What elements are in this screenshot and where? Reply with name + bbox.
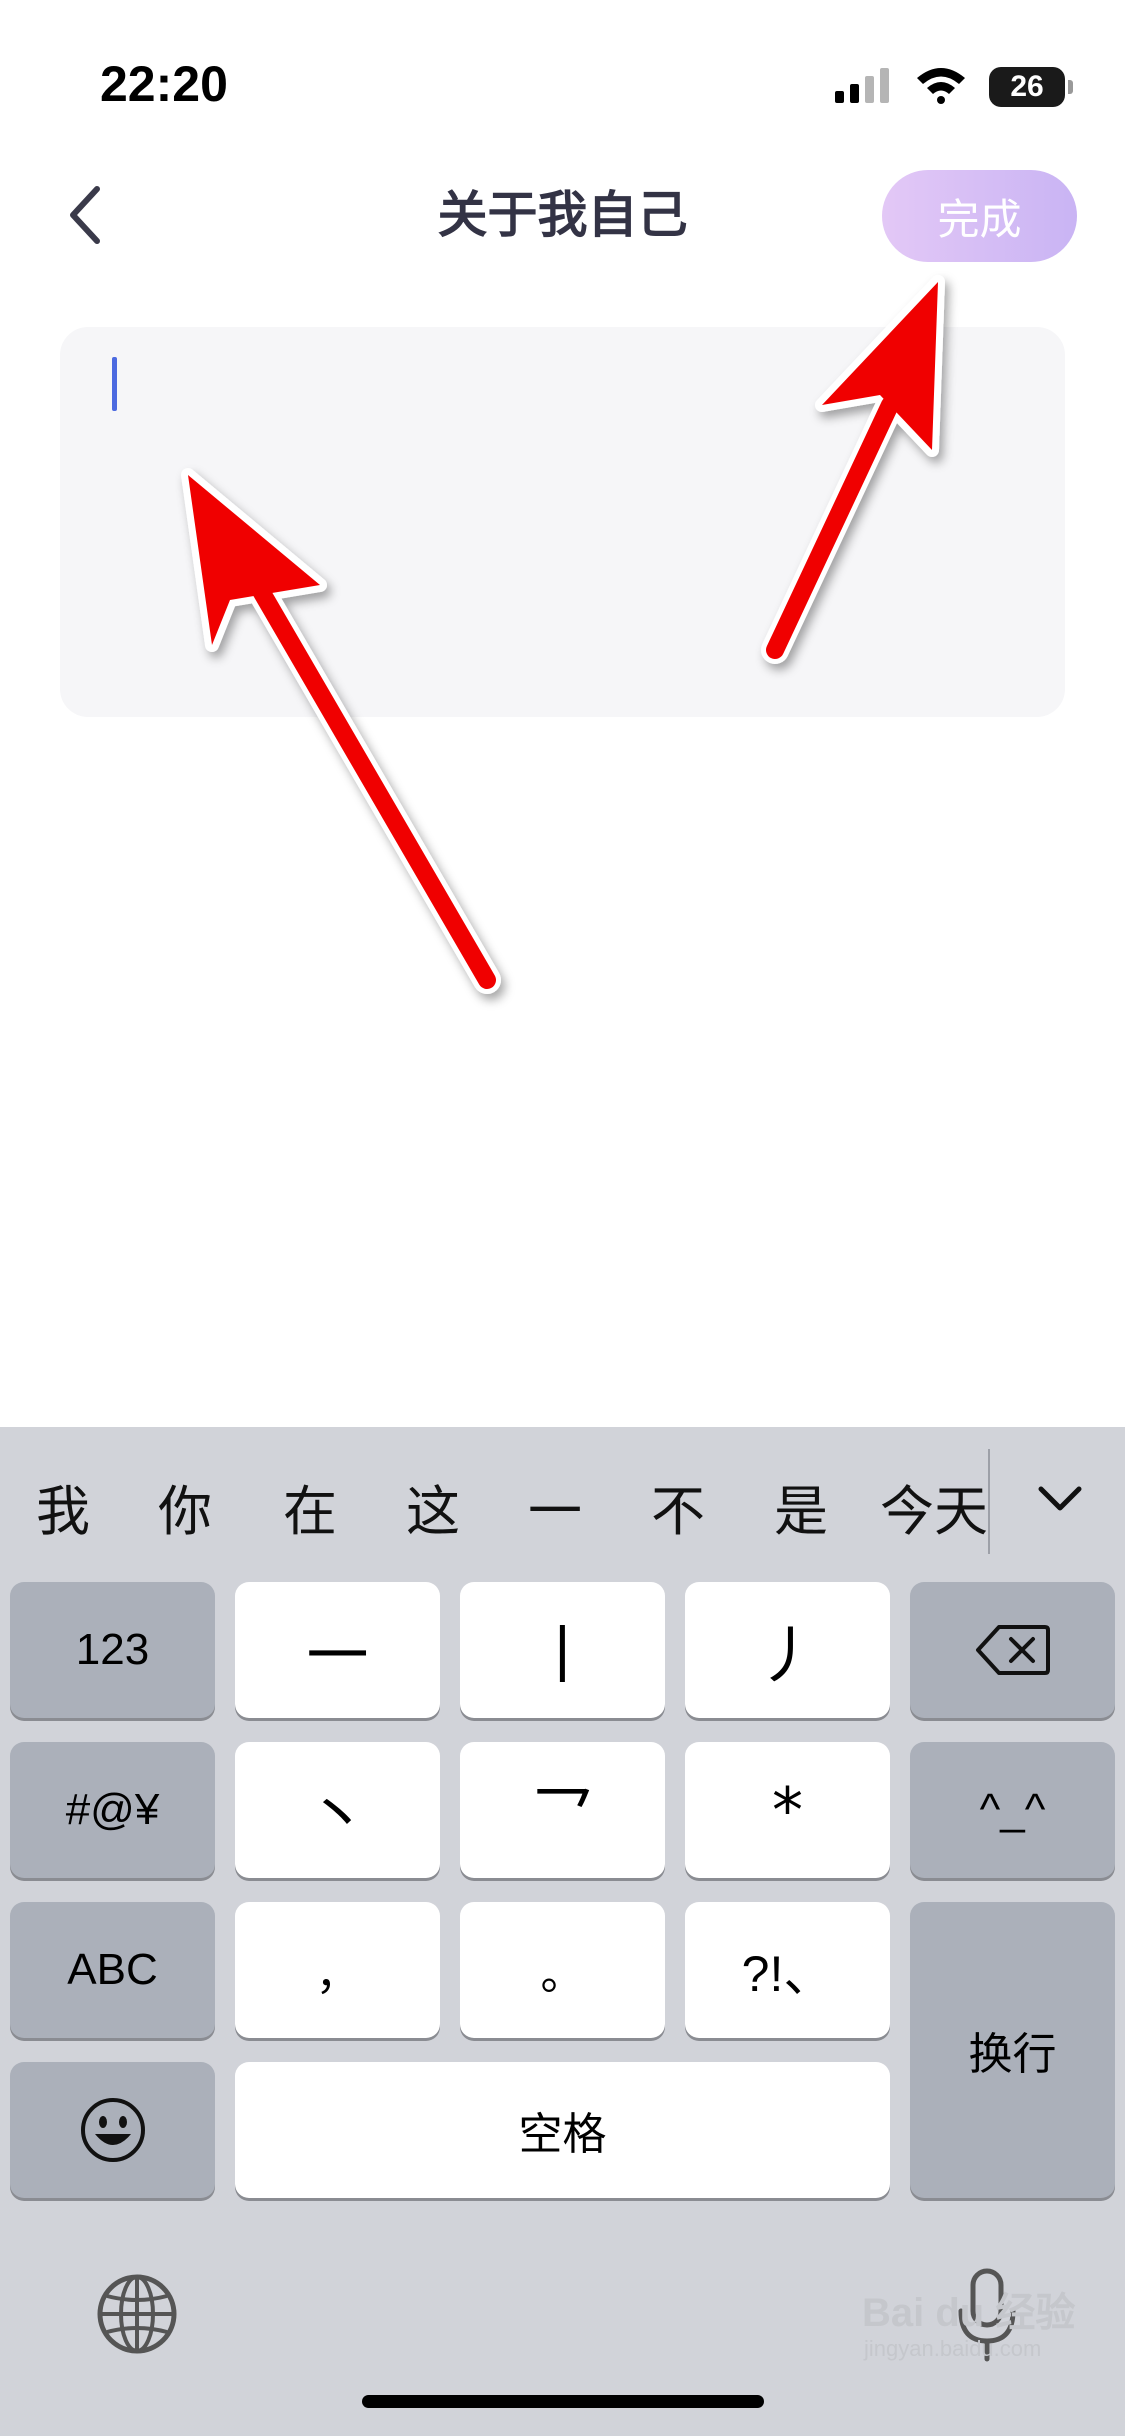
key-123[interactable]: 123 [10,1582,215,1718]
key-label: * [772,1773,803,1847]
battery-icon: 26 [989,67,1073,107]
chevron-down-icon [1038,1486,1082,1511]
globe-icon [97,2274,177,2354]
emoji-icon [80,2098,145,2162]
key-stroke-shu[interactable]: 丨 [460,1582,665,1718]
key-label: 丿 [756,1619,819,1692]
key-label: ， [315,1950,360,1999]
key-stroke-pie[interactable]: 丿 [685,1582,890,1718]
status-time: 22:20 [100,56,228,112]
key-label: 一 [306,1619,369,1692]
watermark: Bai du 经验 jingyan.baidu.com [862,2280,1075,2362]
wifi-icon [915,66,967,108]
key-stroke-dian[interactable]: 丶 [235,1742,440,1878]
text-caret [112,357,117,411]
key-label: 123 [75,1625,150,1674]
key-stroke-heng[interactable]: 一 [235,1582,440,1718]
key-abc[interactable]: ABC [10,1902,215,2038]
key-wildcard[interactable]: * [685,1742,890,1878]
key-label: 空格 [518,2110,607,2159]
key-label: ^_^ [979,1785,1046,1834]
watermark-sub: jingyan.baidu.com [864,2336,1042,2361]
key-label: ?!、 [741,1946,834,2002]
candidate-bar: 我 你 在 这 一 不 是 今天 [0,1427,1125,1577]
key-comma[interactable]: ， [235,1902,440,2038]
key-label: 换行 [968,2030,1057,2079]
key-period[interactable]: 。 [460,1902,665,2038]
done-button[interactable]: 完成 [882,170,1077,262]
key-label: #@¥ [65,1785,160,1834]
candidate-item[interactable]: 今天 [880,1467,990,1546]
key-label: 丨 [531,1619,594,1692]
about-me-textarea[interactable] [60,327,1065,717]
candidate-item[interactable]: 一 [510,1467,600,1546]
candidate-divider [988,1449,990,1554]
backspace-key[interactable] [910,1582,1115,1718]
signal-icon [833,67,893,107]
status-icons: 26 [833,62,1073,112]
candidate-item[interactable]: 是 [756,1467,846,1546]
return-key[interactable]: 换行 [910,1902,1115,2198]
candidate-item[interactable]: 你 [140,1467,230,1546]
candidate-item[interactable]: 我 [18,1467,108,1546]
expand-candidates-button[interactable] [1030,1469,1090,1529]
key-punctuation[interactable]: ?!、 [685,1902,890,2038]
candidate-item[interactable]: 不 [633,1467,723,1546]
home-indicator[interactable] [362,2395,764,2408]
key-emoticon[interactable]: ^_^ [910,1742,1115,1878]
watermark-text: Bai du 经验 [862,2291,1076,2335]
key-symbols[interactable]: #@¥ [10,1742,215,1878]
candidate-item[interactable]: 这 [388,1467,478,1546]
backspace-icon [975,1625,1050,1675]
key-stroke-zhe[interactable]: 乛 [460,1742,665,1878]
key-label: 乛 [531,1779,594,1852]
key-label: 。 [540,1950,585,1999]
space-key[interactable]: 空格 [235,2062,890,2198]
globe-button[interactable] [95,2272,179,2356]
key-label: ABC [67,1945,158,1994]
key-label: 丶 [306,1779,369,1852]
candidate-item[interactable]: 在 [265,1467,355,1546]
emoji-key[interactable] [10,2062,215,2198]
